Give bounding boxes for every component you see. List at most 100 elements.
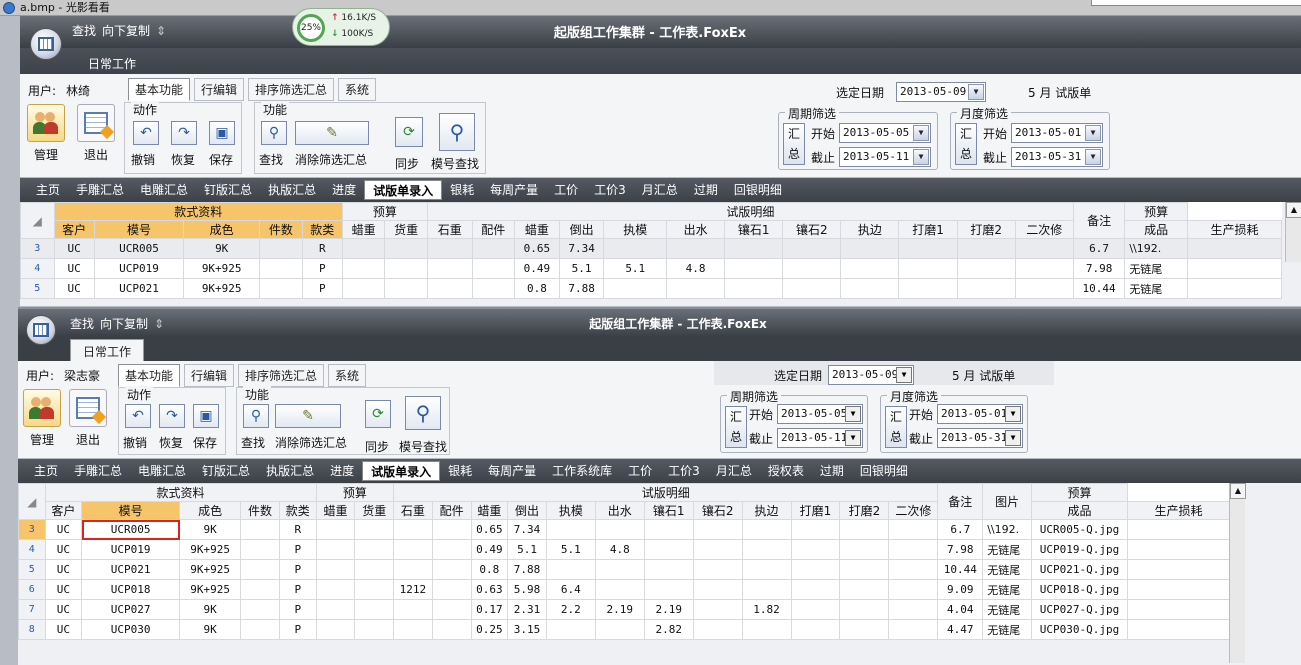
save-button[interactable]: ▣ [209, 121, 235, 145]
grid-cell[interactable] [898, 238, 958, 259]
grid-cell[interactable]: 6.7 [937, 519, 984, 540]
grid-cell[interactable] [393, 519, 433, 540]
grid-cell[interactable] [1186, 238, 1283, 259]
grid-cell[interactable] [471, 258, 516, 279]
sheet-tab[interactable]: 工价3 [660, 461, 708, 481]
month-summary-button[interactable]: 汇总 [955, 123, 977, 165]
grid-cell[interactable] [782, 258, 842, 279]
grid-cell[interactable]: 0.8 [514, 278, 560, 299]
grid-cell[interactable] [1126, 619, 1231, 640]
column-header[interactable]: 执边 [840, 220, 900, 239]
column-header[interactable]: 镶石1 [643, 501, 694, 520]
selected-date-picker[interactable]: 2013-05-09 ▼ [896, 82, 986, 102]
grid-cell[interactable]: UCP019-Q.jpg [1031, 539, 1128, 560]
grid-cell[interactable] [545, 519, 596, 540]
column-header[interactable]: 客户 [53, 220, 95, 239]
month-start-date[interactable]: 2013-05-01 ▼ [937, 404, 1023, 424]
grid-cell[interactable] [354, 519, 395, 540]
grid-cell[interactable] [741, 559, 792, 580]
grid-cell[interactable] [354, 539, 395, 560]
row-number[interactable]: 4 [18, 539, 46, 560]
grid-cell[interactable] [741, 519, 792, 540]
grid-cell[interactable]: 0.65 [514, 238, 560, 259]
week-summary-button[interactable]: 汇总 [725, 406, 747, 448]
grid-cell[interactable] [643, 539, 694, 560]
grid-cell[interactable]: 2.31 [507, 599, 547, 620]
grid-cell[interactable]: 7.34 [507, 519, 547, 540]
grid-cell[interactable]: 5.1 [545, 539, 596, 560]
grid-cell[interactable] [840, 238, 900, 259]
column-header[interactable]: 蜡重 [514, 220, 560, 239]
grid-cell[interactable] [315, 619, 356, 640]
grid-cell[interactable]: P [278, 579, 317, 600]
grid-cell[interactable] [259, 258, 303, 279]
column-header[interactable]: 打磨2 [839, 501, 890, 520]
sheet-tab[interactable]: 工作系统库 [544, 461, 620, 481]
sheet-tab[interactable]: 执版汇总 [260, 180, 324, 200]
grid-cell[interactable]: 0.17 [470, 599, 509, 620]
grid-cell[interactable]: 0.8 [470, 559, 509, 580]
grid-cell[interactable] [724, 278, 784, 299]
grid-cell[interactable]: 10.44 [937, 559, 984, 580]
column-header[interactable]: 成品 [1124, 220, 1188, 239]
grid-cell[interactable] [259, 278, 303, 299]
table-row[interactable]: 8 UC UCP030 9K P 0.25 3.15 2.82 4.47 无链尾 UCP030-Q.… [18, 619, 1231, 640]
grid-cell[interactable] [839, 579, 890, 600]
grid-cell[interactable] [956, 278, 1016, 299]
month-end-date[interactable]: 2013-05-31 ▼ [1011, 147, 1103, 167]
column-header[interactable]: 镶石1 [724, 220, 784, 239]
sheet-tab[interactable]: 手雕汇总 [68, 180, 132, 200]
grid-cell[interactable]: 2.2 [545, 599, 596, 620]
grid-cell[interactable]: UC [44, 539, 83, 560]
grid-cell[interactable]: 9K [179, 599, 242, 620]
grid-cell[interactable] [692, 579, 743, 600]
row-number[interactable]: 7 [18, 599, 46, 620]
grid-cell[interactable]: 2.19 [594, 599, 645, 620]
grid-cell[interactable] [315, 539, 356, 560]
grid-cell[interactable]: 0.49 [514, 258, 560, 279]
grid-cell[interactable] [240, 619, 280, 640]
grid-cell[interactable]: 无链尾 [982, 619, 1033, 640]
column-header[interactable]: 模号 [93, 220, 185, 239]
grid-cell[interactable] [341, 238, 386, 259]
grid-cell[interactable] [1014, 278, 1074, 299]
grid-cell[interactable] [1186, 258, 1283, 279]
sheet-tab[interactable]: 月汇总 [708, 461, 760, 481]
grid-cell[interactable] [790, 559, 841, 580]
grid-cell[interactable] [384, 238, 428, 259]
clear-filter-button[interactable]: ✎ [275, 404, 341, 428]
column-header[interactable]: 出水 [666, 220, 726, 239]
grid-cell[interactable]: 0.25 [470, 619, 509, 640]
row-number[interactable]: 6 [18, 579, 46, 600]
grid-cell[interactable]: 5.1 [603, 258, 668, 279]
grid-cell[interactable] [431, 579, 472, 600]
grid-cell[interactable] [956, 258, 1016, 279]
grid-cell[interactable] [741, 619, 792, 640]
grid-cell[interactable]: UCP019 [93, 258, 185, 279]
week-summary-button[interactable]: 汇总 [783, 123, 805, 165]
grid-cell[interactable] [594, 619, 645, 640]
manage-button[interactable]: 管理 [22, 389, 62, 448]
grid-cell[interactable] [594, 579, 645, 600]
table-row[interactable]: 6 UC UCP018 9K+925 P 1212 0.63 5.98 6.4 9.09 无链尾 UC… [18, 579, 1231, 600]
sheet-tab[interactable]: 电雕汇总 [130, 461, 194, 481]
grid-cell[interactable] [240, 599, 280, 620]
grid-cell[interactable] [643, 559, 694, 580]
grid-cell[interactable]: 9K [179, 519, 242, 540]
grid-cell[interactable]: 无链尾 [982, 539, 1033, 560]
sync-button[interactable]: ⟳ [395, 117, 423, 147]
grid-cell[interactable]: UCP030 [81, 619, 181, 640]
grid-cell[interactable]: UCR005 [93, 238, 185, 259]
grid-cell[interactable] [839, 559, 890, 580]
grid-cell[interactable] [393, 599, 433, 620]
grid-cell[interactable] [666, 278, 726, 299]
grid-cell[interactable]: UC [44, 599, 83, 620]
grid-cell[interactable] [240, 539, 280, 560]
grid-cell[interactable]: 无链尾 [982, 599, 1033, 620]
grid-cell[interactable]: 0.63 [470, 579, 509, 600]
tab-daily-work[interactable]: 日常工作 [70, 339, 145, 361]
table-row[interactable]: 4 UC UCP019 9K+925 P 0.49 5.1 5.1 4.8 7.98 无链尾 UCP0… [18, 539, 1231, 560]
sheet-tab[interactable]: 每周产量 [482, 180, 546, 200]
sheet-tab[interactable]: 月汇总 [634, 180, 686, 200]
grid-cell[interactable] [341, 278, 386, 299]
